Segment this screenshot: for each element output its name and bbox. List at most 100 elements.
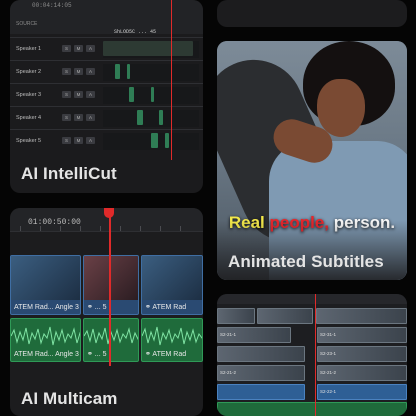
ruler-tick — [180, 226, 181, 231]
clip-label: S2-21-2 — [320, 370, 337, 375]
video-clip[interactable]: S2-23-1 — [317, 346, 407, 362]
card-title: AI IntelliCut — [21, 164, 117, 183]
solo-button[interactable]: S — [62, 137, 71, 144]
video-clip[interactable] — [217, 346, 305, 362]
solo-button[interactable]: S — [62, 114, 71, 121]
timeline-ruler[interactable] — [217, 294, 407, 304]
speaker-track-3[interactable]: Speaker 3 S M A — [10, 83, 203, 106]
video-clip[interactable]: S2-21-2 — [317, 365, 407, 381]
clip-label: ⚭ ... 5 — [87, 351, 107, 358]
video-clip[interactable] — [217, 384, 305, 400]
source-label: SOURCE — [16, 21, 38, 27]
video-clip[interactable]: ATEM Rad... Angle 3 — [10, 255, 81, 315]
solo-button[interactable]: S — [62, 91, 71, 98]
waveform — [142, 326, 202, 346]
clip-label: ATEM Rad... Angle 3 — [14, 304, 79, 311]
video-clip[interactable]: S2-21-2 — [217, 365, 305, 381]
audio-segment[interactable] — [165, 133, 169, 148]
clip-label: S2-21-2 — [220, 370, 237, 375]
multicam-card[interactable]: 01:00:50:00 ATEM Rad... Angle 3 ⚭ ... 5 … — [10, 208, 203, 416]
video-clip[interactable]: S2-22-1 — [317, 384, 407, 400]
video-clip[interactable]: ⚭ ATEM Rad — [141, 255, 203, 315]
clip-label: ATEM Rad... Angle 3 — [14, 351, 79, 358]
mute-button[interactable]: M — [74, 114, 83, 121]
video-clip[interactable] — [257, 308, 313, 324]
video-track — [217, 308, 407, 324]
arm-button[interactable]: A — [86, 68, 95, 75]
arm-button[interactable]: A — [86, 137, 95, 144]
video-clip[interactable]: S2-31-1 — [317, 327, 407, 343]
solo-button[interactable]: S — [62, 68, 71, 75]
audio-clip[interactable] — [217, 402, 407, 416]
audio-segment[interactable] — [115, 64, 120, 79]
audio-segment[interactable] — [137, 110, 143, 125]
video-track: S2-21-2 S2-21-2 — [217, 365, 407, 381]
timeline-card[interactable]: S2-21-1 S2-31-1 S2-23-1 S2-21-2 S2-21-2 … — [217, 294, 407, 416]
ruler-tick — [140, 226, 141, 231]
speaker-track-1[interactable]: Speaker 1 S M A — [10, 37, 203, 60]
clip-label: S2-21-1 — [220, 332, 237, 337]
audio-segment[interactable] — [159, 110, 163, 125]
clip-thumbnail — [142, 256, 202, 300]
video-track: S2-23-1 — [217, 346, 407, 362]
timeline-timecode: 01:00:50:00 — [28, 218, 81, 227]
arm-button[interactable]: A — [86, 114, 95, 121]
mute-button[interactable]: M — [74, 137, 83, 144]
playhead[interactable] — [109, 216, 111, 366]
audio-segment[interactable] — [151, 133, 158, 148]
speaker-track-lane — [103, 110, 199, 127]
video-track: S2-22-1 — [217, 384, 407, 400]
mute-button[interactable]: M — [74, 91, 83, 98]
audio-segment[interactable] — [127, 64, 130, 79]
clip-thumbnail — [84, 256, 138, 300]
ruler-tick — [20, 226, 21, 231]
audio-segment[interactable] — [151, 87, 154, 102]
clip-label: S2-31-1 — [320, 332, 337, 337]
clip-name: ShLOD5C ... 45 — [114, 29, 157, 35]
audio-clip[interactable]: ⚭ ATEM Rad — [141, 318, 203, 362]
clip-label: ⚭ ... 5 — [87, 304, 107, 311]
playhead[interactable] — [171, 0, 172, 160]
subtitles-card[interactable]: Real people, person. Animated Subtitles — [217, 41, 407, 280]
arm-button[interactable]: A — [86, 45, 95, 52]
feature-card-partial[interactable] — [217, 0, 407, 27]
speaker-track-lane — [103, 41, 199, 58]
person-face — [317, 79, 365, 137]
solo-button[interactable]: S — [62, 45, 71, 52]
speaker-track-4[interactable]: Speaker 4 S M A — [10, 106, 203, 129]
video-clip[interactable] — [217, 308, 255, 324]
audio-segment[interactable] — [129, 87, 134, 102]
video-clip[interactable] — [316, 308, 407, 324]
video-track: ATEM Rad... Angle 3 ⚭ ... 5 ⚭ ATEM Rad — [10, 255, 203, 315]
audio-track — [217, 402, 407, 416]
video-clip[interactable]: S2-21-1 — [217, 327, 291, 343]
speaker-track-lane — [103, 133, 199, 150]
intellicut-timecode: 00:04:14:05 — [32, 2, 72, 9]
speaker-track-2[interactable]: Speaker 2 S M A — [10, 60, 203, 83]
speaker-track-5[interactable]: Speaker 5 S M A — [10, 129, 203, 152]
playhead[interactable] — [315, 294, 316, 416]
audio-segment[interactable] — [103, 41, 193, 56]
waveform — [84, 327, 138, 345]
speaker-label: Speaker 3 — [16, 92, 42, 98]
audio-clip[interactable]: ATEM Rad... Angle 3 — [10, 318, 81, 362]
clip-thumbnail — [11, 256, 80, 300]
intellicut-card[interactable]: 00:04:14:05 SOURCE ShLOD5C ... 45 Speake… — [10, 0, 203, 193]
ruler-tick — [120, 226, 121, 231]
mute-button[interactable]: M — [74, 45, 83, 52]
card-title: Animated Subtitles — [228, 252, 384, 271]
video-clip[interactable]: ⚭ ... 5 — [83, 255, 139, 315]
arm-button[interactable]: A — [86, 91, 95, 98]
intellicut-toolbar: 00:04:14:05 SOURCE ShLOD5C ... 45 — [10, 0, 203, 35]
audio-track: ATEM Rad... Angle 3 ⚭ ... 5 ⚭ ATEM Rad — [10, 318, 203, 362]
card-title: AI Multicam — [21, 389, 118, 408]
ruler-tick — [100, 226, 101, 231]
video-track: S2-21-1 S2-31-1 — [217, 327, 407, 343]
speaker-label: Speaker 4 — [16, 115, 42, 121]
speaker-label: Speaker 5 — [16, 138, 42, 144]
clip-label: S2-23-1 — [320, 351, 337, 356]
mute-button[interactable]: M — [74, 68, 83, 75]
audio-clip[interactable]: ⚭ ... 5 — [83, 318, 139, 362]
clip-label: S2-22-1 — [320, 389, 337, 394]
speaker-track-lane — [103, 87, 199, 104]
